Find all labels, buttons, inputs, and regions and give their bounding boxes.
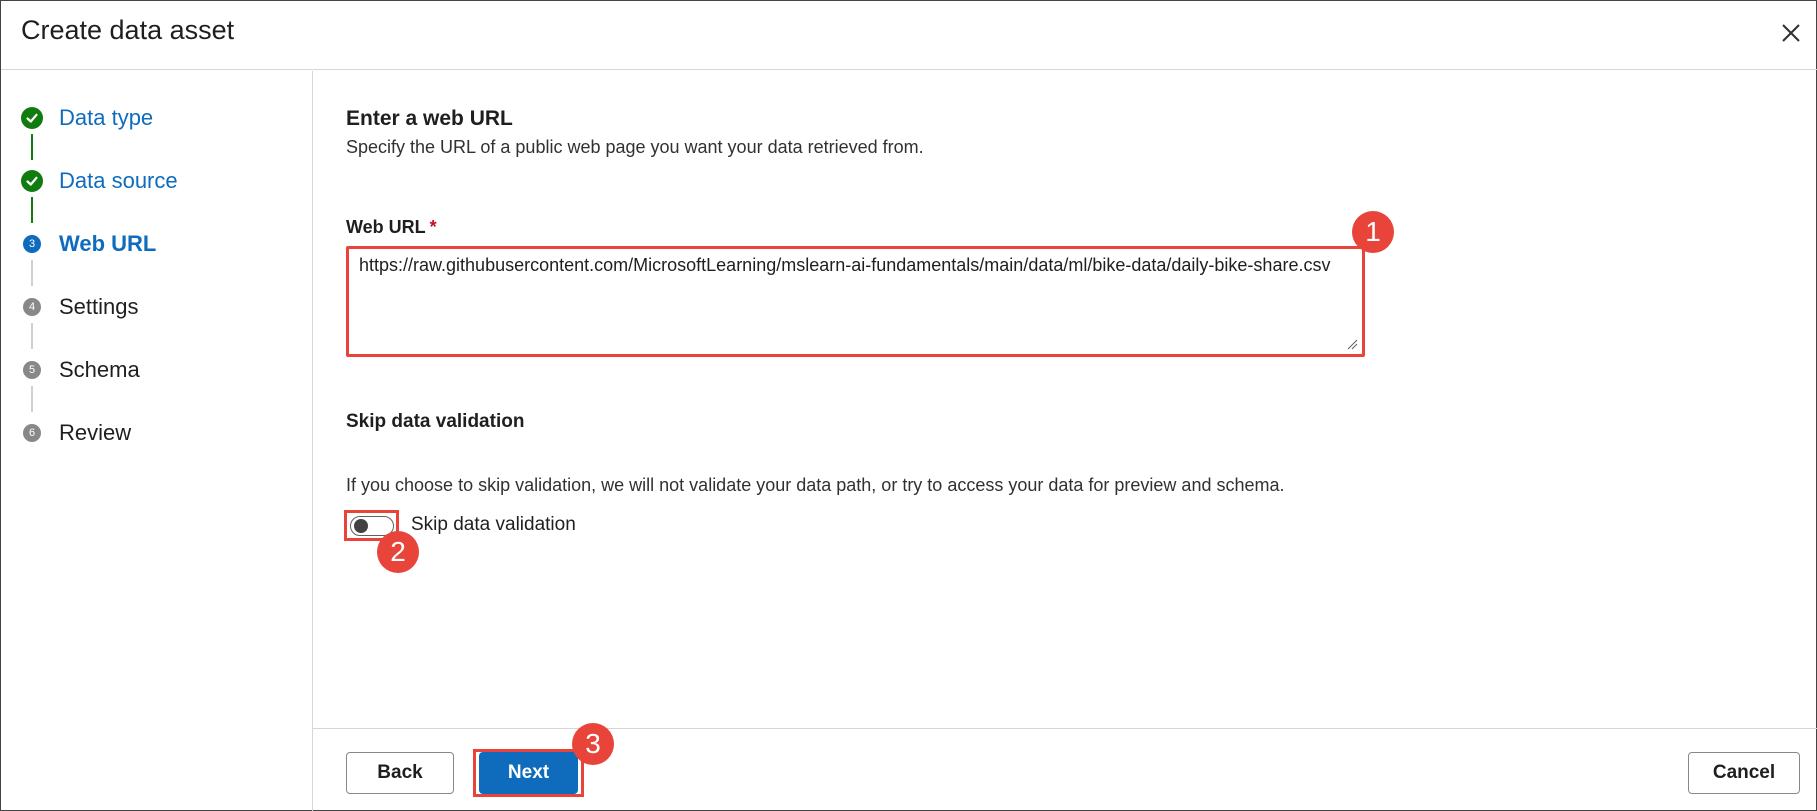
step-data-source[interactable]: Data source [21,166,178,196]
next-button-highlight: Next [473,749,584,797]
annotation-badge-1: 1 [1352,211,1394,253]
step-label: Review [59,420,132,445]
step-web-url[interactable]: 3 Web URL [21,229,156,259]
checkmark-icon [21,170,43,192]
step-settings[interactable]: 4 Settings [21,292,139,322]
footer-divider [313,728,1817,729]
annotation-badge-2: 2 [377,531,419,573]
step-schema[interactable]: 5 Schema [21,355,140,385]
skip-validation-toggle-label: Skip data validation [411,514,576,535]
skip-validation-description: If you choose to skip validation, we wil… [346,475,1285,495]
required-mark: * [429,217,437,237]
checkmark-icon [21,107,43,129]
section-description: Specify the URL of a public web page you… [346,137,924,157]
annotation-badge-3: 3 [572,723,614,765]
step-label: Web URL [59,231,157,256]
step-number: 6 [23,424,41,442]
step-label: Data type [59,105,154,130]
section-title: Enter a web URL [346,107,513,130]
skip-validation-title: Skip data validation [346,411,525,432]
step-data-type[interactable]: Data type [21,103,153,133]
step-connector [31,386,33,412]
dialog-title: Create data asset [21,15,235,45]
step-number: 4 [23,298,41,316]
step-connector [31,260,33,286]
dialog-header: Create data asset [1,1,1817,70]
cancel-button[interactable]: Cancel [1688,752,1800,794]
step-label: Schema [59,357,140,382]
step-connector [31,323,33,349]
step-number: 5 [23,361,41,379]
step-label: Settings [59,294,139,319]
next-button[interactable]: Next [479,752,578,794]
web-url-input[interactable]: https://raw.githubusercontent.com/Micros… [346,246,1365,357]
step-review[interactable]: 6 Review [21,418,131,448]
back-button[interactable]: Back [346,752,454,794]
resize-grip-icon[interactable] [1346,338,1358,350]
web-url-label-text: Web URL [346,217,426,237]
toggle-knob [354,519,368,533]
web-url-value: https://raw.githubusercontent.com/Micros… [359,255,1331,275]
step-number: 3 [23,235,41,253]
web-url-label: Web URL * [346,217,437,238]
close-icon[interactable] [1777,19,1805,47]
create-data-asset-dialog: Create data asset Data type Data source … [0,0,1817,811]
step-connector [31,134,33,160]
step-label: Data source [59,168,178,193]
step-connector [31,197,33,223]
